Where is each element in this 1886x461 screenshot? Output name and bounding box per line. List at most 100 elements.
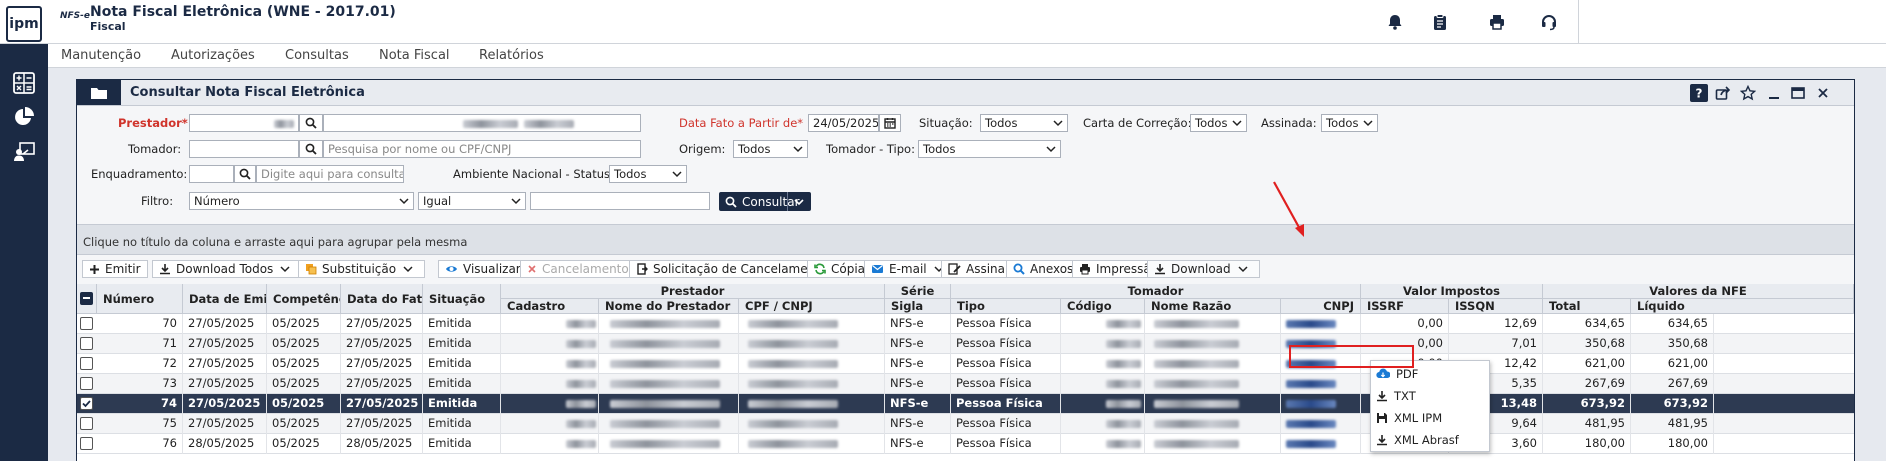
- col-liquido[interactable]: Líquido: [1631, 299, 1854, 314]
- download-button[interactable]: Download: [1147, 260, 1260, 278]
- minimize-icon[interactable]: [1765, 84, 1783, 102]
- substituicao-label: Substituição: [322, 262, 397, 276]
- cell-data-fato: 27/05/2025: [341, 314, 423, 334]
- prestador-name-field[interactable]: [323, 114, 641, 132]
- pie-chart-icon[interactable]: [10, 103, 38, 131]
- substituicao-button[interactable]: Substituição: [298, 260, 426, 278]
- prestador-search-icon[interactable]: [299, 114, 323, 132]
- select-all-checkbox[interactable]: [80, 292, 93, 305]
- col-issrf[interactable]: ISSRF: [1361, 299, 1449, 314]
- filtro-label: Filtro:: [141, 194, 174, 208]
- download-todos-button[interactable]: Download Todos: [152, 260, 303, 278]
- table-row[interactable]: 70 27/05/2025 05/2025 27/05/2025 Emitida NFS-…: [77, 314, 1854, 334]
- close-icon[interactable]: [1814, 84, 1832, 102]
- download-txt-option[interactable]: TXT: [1371, 385, 1489, 406]
- col-cpf-cnpj[interactable]: CPF / CNPJ: [739, 299, 885, 314]
- col-nome-prestador[interactable]: Nome do Prestador: [599, 299, 739, 314]
- filtro-field-select[interactable]: Número: [189, 192, 414, 210]
- row-checkbox[interactable]: [80, 377, 93, 390]
- cell-tipo: Pessoa Física: [951, 394, 1061, 414]
- redacted-cell: [599, 354, 739, 374]
- copia-button[interactable]: Cópia: [807, 260, 873, 278]
- col-total[interactable]: Total: [1543, 299, 1631, 314]
- col-competencia[interactable]: Competênc...: [267, 284, 341, 314]
- bell-icon[interactable]: [1381, 8, 1409, 36]
- user-presentation-icon[interactable]: [10, 138, 38, 166]
- table-row[interactable]: 74 27/05/2025 05/2025 27/05/2025 Emitida NFS-…: [77, 394, 1854, 414]
- cell-tipo: Pessoa Física: [951, 414, 1061, 434]
- help-icon[interactable]: ?: [1690, 84, 1708, 102]
- download-xml-abrasf-option[interactable]: XML Abrasf: [1371, 429, 1489, 450]
- menu-relatorios[interactable]: Relatórios: [479, 48, 544, 63]
- col-nome-razao[interactable]: Nome Razão: [1145, 299, 1281, 314]
- enquadramento-code-field[interactable]: [189, 165, 234, 183]
- calendar-icon[interactable]: [879, 114, 901, 132]
- prestador-label: Prestador*: [118, 116, 188, 130]
- tomador-tipo-select[interactable]: Todos: [918, 140, 1061, 158]
- col-situacao[interactable]: Situação: [423, 284, 501, 314]
- menu-autorizacoes[interactable]: Autorizações: [171, 48, 255, 63]
- filtro-value-field[interactable]: [530, 192, 710, 210]
- cell-tipo: Pessoa Física: [951, 374, 1061, 394]
- headset-icon[interactable]: [1535, 8, 1563, 36]
- col-data-fato[interactable]: Data do Fato G...: [341, 284, 423, 314]
- col-tomador-cnpj[interactable]: CNPJ: [1281, 299, 1361, 314]
- table-row[interactable]: 76 28/05/2025 05/2025 28/05/2025 Emitida NFS-…: [77, 434, 1854, 454]
- col-cadastro[interactable]: Cadastro: [501, 299, 599, 314]
- row-checkbox[interactable]: [80, 357, 93, 370]
- table-row[interactable]: 71 27/05/2025 05/2025 27/05/2025 Emitida NFS-…: [77, 334, 1854, 354]
- cell-numero: 70: [97, 314, 183, 334]
- situacao-select[interactable]: Todos: [980, 114, 1068, 132]
- carta-correcao-select[interactable]: Todos: [1190, 114, 1247, 132]
- consultar-button[interactable]: Consultar: [719, 192, 811, 211]
- printer-icon[interactable]: [1483, 8, 1511, 36]
- anexos-button[interactable]: Anexos: [1006, 260, 1081, 278]
- tomador-search-icon[interactable]: [299, 140, 323, 158]
- assinada-label: Assinada:: [1261, 116, 1317, 130]
- prestador-code-field[interactable]: [189, 114, 299, 132]
- enquadramento-search-icon[interactable]: [234, 165, 256, 183]
- tomador-code-field[interactable]: [189, 140, 299, 158]
- enquadramento-field[interactable]: Digite aqui para consultar: [256, 165, 404, 183]
- emitir-button[interactable]: Emitir: [82, 260, 148, 278]
- data-fato-field[interactable]: 24/05/2025: [808, 114, 879, 132]
- assinada-select[interactable]: Todos: [1321, 114, 1378, 132]
- col-sigla[interactable]: Sigla: [885, 299, 951, 314]
- redacted-cell: [1061, 394, 1145, 414]
- visualizar-button[interactable]: Visualizar: [438, 260, 528, 278]
- filtro-operator-select[interactable]: Igual: [418, 192, 526, 210]
- table-row[interactable]: 72 27/05/2025 05/2025 27/05/2025 Emitida NFS-…: [77, 354, 1854, 374]
- menu-nota-fiscal[interactable]: Nota Fiscal: [379, 48, 450, 63]
- download-icon: [160, 264, 170, 275]
- table-row[interactable]: 75 27/05/2025 05/2025 27/05/2025 Emitida NFS-…: [77, 414, 1854, 434]
- table-row[interactable]: 73 27/05/2025 05/2025 27/05/2025 Emitida NFS-…: [77, 374, 1854, 394]
- row-checkbox[interactable]: [80, 437, 93, 450]
- cell-competencia: 05/2025: [267, 314, 341, 334]
- download-xml-ipm-option[interactable]: XML IPM: [1371, 407, 1489, 428]
- row-checkbox[interactable]: [80, 337, 93, 350]
- menu-manutencao[interactable]: Manutenção: [61, 48, 141, 63]
- group-by-bar[interactable]: Clique no título da coluna e arraste aqu…: [77, 224, 1854, 255]
- cell-situacao: Emitida: [423, 354, 501, 374]
- maximize-icon[interactable]: [1789, 84, 1807, 102]
- col-numero[interactable]: Número: [97, 284, 183, 314]
- ambiente-select[interactable]: Todos: [609, 165, 687, 183]
- row-checkbox[interactable]: [80, 317, 93, 330]
- star-icon[interactable]: [1739, 84, 1757, 102]
- col-data-emissao[interactable]: Data de Emiss...: [183, 284, 267, 314]
- row-checkbox[interactable]: [80, 417, 93, 430]
- assinar-label: Assinar: [966, 262, 1010, 276]
- col-codigo[interactable]: Código: [1061, 299, 1145, 314]
- tomador-name-field[interactable]: Pesquisa por nome ou CPF/CNPJ: [323, 140, 641, 158]
- col-issqn[interactable]: ISSQN: [1449, 299, 1543, 314]
- col-tipo[interactable]: Tipo: [951, 299, 1061, 314]
- origem-select[interactable]: Todos: [733, 140, 808, 158]
- share-icon[interactable]: [1714, 84, 1732, 102]
- row-checkbox[interactable]: [80, 397, 93, 410]
- cell-numero: 71: [97, 334, 183, 354]
- menu-consultas[interactable]: Consultas: [285, 48, 349, 63]
- calculator-icon[interactable]: [10, 69, 38, 97]
- clipboard-icon[interactable]: [1426, 8, 1454, 36]
- chevron-down-icon[interactable]: [794, 198, 804, 206]
- redacted-cell: [739, 354, 885, 374]
